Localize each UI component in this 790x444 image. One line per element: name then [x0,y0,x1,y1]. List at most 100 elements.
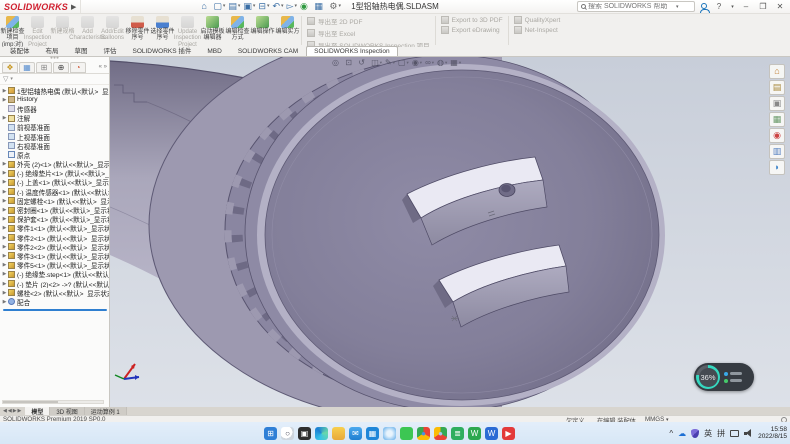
expand-arrow-icon[interactable]: ▶ [1,179,8,185]
expand-arrow-icon[interactable]: ▶ [1,290,8,296]
appearances-scenes-icon[interactable]: ◉ [769,128,785,143]
section-view-icon[interactable]: ◫▾ [371,59,382,67]
open-icon[interactable]: ▤▾ [228,2,240,11]
export-menu-item[interactable]: QualityXpert [514,16,561,24]
tree-item[interactable]: ▶ 零件5<1> (默认<<默认>_显示状 [1,261,109,270]
filter-caret-icon[interactable]: ▾ [10,76,13,82]
mail-icon[interactable]: ✉ [349,427,362,440]
tree-root-item[interactable]: ▶ 1型铝轴热电偶 (默认<默认>_显示状态-1 [1,86,109,95]
taskview-icon[interactable]: ▣ [298,427,311,440]
command-tab[interactable]: 装配体 [2,43,38,56]
export-menu-item[interactable]: 导出至 Excel [307,28,430,38]
expand-arrow-icon[interactable]: ▶ [1,207,8,213]
rollback-bar[interactable] [3,309,107,311]
dropdown-caret-icon[interactable]: ▾ [459,61,461,66]
command-tab[interactable]: SOLIDWORKS 插件 [125,43,200,56]
help-search-box[interactable]: ▾ [577,1,695,12]
expand-arrow-icon[interactable]: ▶ [1,262,8,268]
dropdown-caret-icon[interactable]: ▾ [223,4,226,9]
dropdown-caret-icon[interactable]: ▾ [267,4,270,9]
document-tab[interactable]: 模型 [25,407,50,415]
tree-item[interactable]: ▶ 原点 [1,150,109,159]
dropdown-caret-icon[interactable]: ▾ [432,61,434,66]
show-hidden-icons-chevron[interactable]: ^ [669,429,673,438]
tree-item[interactable]: ▶ 螺栓<2> (默认<<默认>_显示状态 [1,288,109,297]
command-tab[interactable]: SOLIDWORKS Inspection [306,46,398,56]
help-caret-icon[interactable]: ▾ [730,4,735,10]
tree-item[interactable]: ▶ 零件2<2> (默认<<默认>_显示状 [1,242,109,251]
logo-expand-arrow-icon[interactable]: ▶ [71,3,76,11]
tree-item[interactable]: ▶ 传感器 [1,104,109,113]
expand-arrow-icon[interactable]: ▶ [1,198,8,204]
ribbon-button[interactable]: 编辑操作 [250,14,275,47]
configurationmanager-icon[interactable]: ⊞ [36,62,52,73]
tree-item[interactable]: ▶ 右视基准面 [1,141,109,150]
ribbon-button[interactable]: 启动模板编辑器 [200,14,225,47]
widget-button-top[interactable] [724,372,742,376]
start-icon[interactable]: ⊞ [264,427,277,440]
dropdown-caret-icon[interactable]: ▾ [253,4,256,9]
dropdown-caret-icon[interactable]: ▾ [393,61,395,66]
expand-arrow-icon[interactable]: ▶ [1,189,8,195]
dropdown-caret-icon[interactable]: ▾ [338,4,341,9]
tree-item[interactable]: ▶ 零件2<1> (默认<<默认>_显示状 [1,233,109,242]
home-icon[interactable]: ⌂▾ [201,2,210,11]
tree-item[interactable]: ▶ 固定螺栓<1> (默认<<默认>_显示 [1,196,109,205]
annotation-visibility-icon[interactable]: ✎▾ [385,59,395,67]
green-app-icon[interactable] [400,427,413,440]
custom-properties-icon[interactable]: ▥ [769,144,785,159]
export-menu-item[interactable]: Export to 3D PDF [441,16,503,24]
file-explorer-icon[interactable] [332,427,345,440]
dropdown-caret-icon[interactable]: ▾ [407,61,409,66]
expand-arrow-icon[interactable]: ▶ [1,299,8,305]
display-icon[interactable] [730,430,739,437]
rebuild-icon[interactable]: ◉▾ [300,2,311,11]
export-menu-item[interactable]: Net-Inspect [514,26,561,34]
previous-view-icon[interactable]: ↺▾ [358,59,368,67]
command-tab[interactable]: SOLIDWORKS CAM [230,46,306,56]
tree-item[interactable]: ▶ (-) 垫片 (2)<2> ->? (默认<<默认> [1,279,109,288]
notes-app-icon[interactable]: ≣ [451,427,464,440]
expand-arrow-icon[interactable]: ▶ [1,244,8,250]
expand-arrow-icon[interactable]: ▶ [1,216,8,222]
search-caret-icon[interactable]: ▾ [676,4,679,10]
browser-circle-icon[interactable] [383,427,396,440]
search-input[interactable] [588,3,674,10]
new-document-icon[interactable]: ▢▾ [213,2,225,11]
file-properties-icon[interactable]: ▦▾ [314,2,326,11]
expand-arrow-icon[interactable]: ▶ [1,161,8,167]
login-icon[interactable] [700,3,708,11]
undo-icon[interactable]: ↶▾ [273,2,284,11]
zoom-fit-icon[interactable]: ◎▾ [332,59,342,67]
dropdown-caret-icon[interactable]: ▾ [238,4,241,9]
tree-item[interactable]: ▶ 密封圈<1> (默认<<默认>_显示状 [1,205,109,214]
tree-item[interactable]: ▶ (-) 绝缘垫片<1> (默认<<默认>_显 [1,169,109,178]
chrome-icon[interactable]: ● [417,427,430,440]
scrollbar-thumb[interactable] [3,401,58,403]
view-palette-icon[interactable]: ▦ [769,112,785,127]
expand-arrow-icon[interactable]: ▶ [1,271,8,277]
security-shield-icon[interactable] [691,429,699,438]
search-icon[interactable]: ○ [281,427,294,440]
print-icon[interactable]: ⊟▾ [258,2,269,11]
save-icon[interactable]: ▣▾ [243,2,255,11]
zoom-overlay-widget[interactable]: 36% [694,363,754,391]
maximize-button[interactable]: ❐ [757,2,769,11]
tree-item[interactable]: ▶ 零件3<1> (默认<<默认>_显示状 [1,251,109,260]
hide-show-items-icon[interactable]: ∞▾ [425,59,434,67]
tree-horizontal-scrollbar[interactable] [2,400,104,404]
tab-nav-arrows-icon[interactable]: ◀◀▶▶ [0,408,25,414]
onedrive-cloud-icon[interactable]: ☁ [678,429,686,438]
ribbon-button[interactable]: 编辑检查方式 [225,14,250,47]
tree-item[interactable]: ▶ 注解 [1,114,109,123]
displaymanager-icon[interactable]: ◔ [70,62,86,73]
tree-filter-row[interactable]: ▽ ▾ [0,74,109,85]
edge-icon[interactable] [315,427,328,440]
select-icon[interactable]: ▻▾ [287,2,297,11]
expand-arrow-icon[interactable]: ▶ [1,235,8,241]
word-icon[interactable]: W [485,427,498,440]
display-style-icon[interactable]: ◉▾ [412,59,422,67]
expand-arrow-icon[interactable]: ▶ [1,115,8,121]
dimxpert-icon[interactable]: ⊕ [53,62,69,73]
tree-item[interactable]: ▶ 配合 [1,297,109,306]
